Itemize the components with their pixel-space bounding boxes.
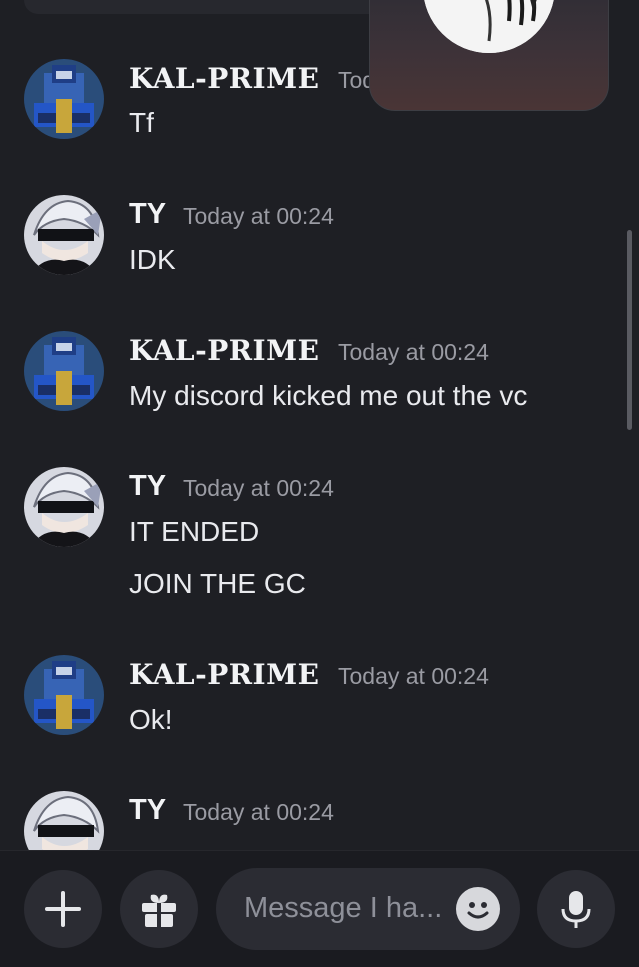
emoji-button[interactable] [456, 887, 500, 931]
avatar-ty[interactable] [24, 791, 104, 850]
message-text: My discord kicked me out the vc [129, 380, 528, 411]
avatar-ty[interactable] [24, 467, 104, 547]
avatar-kal-prime[interactable] [24, 655, 104, 735]
message-text: Tf [129, 107, 154, 138]
avatar-kal-prime[interactable] [24, 59, 104, 139]
emoji-icon [467, 902, 489, 919]
message-timestamp: Today at 00:24 [338, 339, 489, 365]
message-author[interactable]: KAL-PRIME [129, 334, 320, 367]
message-author[interactable]: TY [129, 198, 166, 231]
message-text: Ok! [129, 704, 173, 735]
gift-button[interactable] [120, 870, 198, 948]
message-author[interactable]: TY [129, 794, 166, 827]
avatar-ty[interactable] [24, 195, 104, 275]
message-text: IT ENDED [129, 516, 260, 547]
message-timestamp: Today at 00:24 [183, 475, 334, 501]
avatar-kal-prime[interactable] [24, 331, 104, 411]
message-author[interactable]: TY [129, 470, 166, 503]
message-author[interactable]: KAL-PRIME [129, 658, 320, 691]
call-overlay[interactable] [369, 0, 609, 111]
voice-message-button[interactable] [537, 870, 615, 948]
message-author[interactable]: KAL-PRIME [129, 62, 320, 95]
message-timestamp: Today at 00:24 [338, 663, 489, 689]
microphone-icon [561, 891, 591, 928]
add-attachment-button[interactable] [24, 870, 102, 948]
gift-icon [142, 894, 176, 927]
message-input-placeholder: Message I ha... [244, 892, 443, 924]
message-timestamp: Today at 00:24 [183, 203, 334, 229]
scrollbar[interactable] [627, 230, 632, 430]
message-input[interactable]: Message I ha... [216, 868, 520, 950]
message-text: JOIN THE GC [129, 568, 306, 599]
message-text: IDK [129, 244, 176, 275]
plus-icon [45, 891, 81, 927]
message-timestamp: Today at 00:24 [183, 799, 334, 825]
message-feed: KAL-PRIME Tod Tf TY Today at 00:24 IDK K… [0, 0, 639, 850]
call-participant-avatar [423, 0, 555, 53]
